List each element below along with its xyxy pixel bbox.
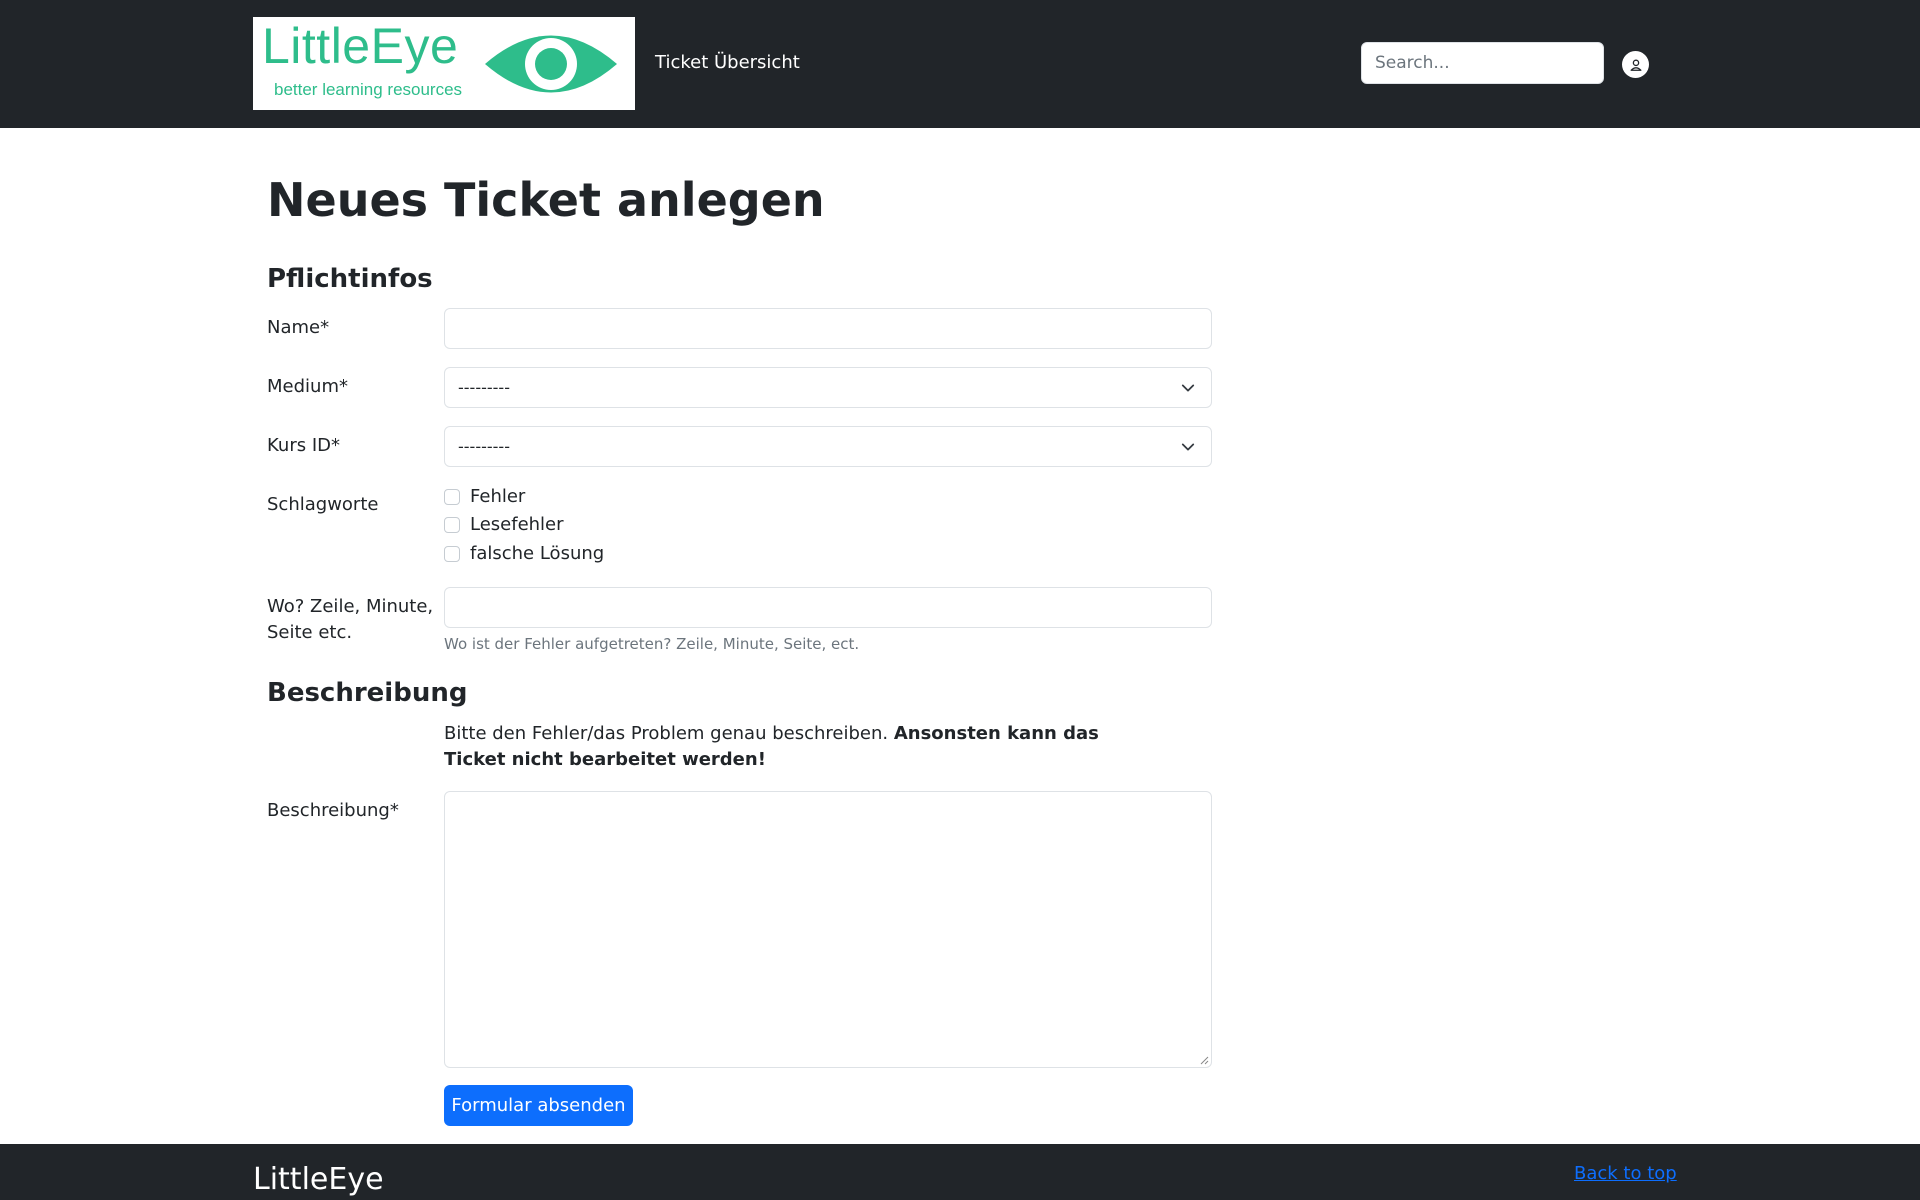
tag-checkbox-row[interactable]: Fehler [444,485,525,509]
course-select[interactable]: --------- [444,426,1212,467]
tag-checkbox[interactable] [444,517,460,533]
tag-label: falsche Lösung [470,543,605,564]
location-label-line1: Wo? Zeile, Minute, [267,596,434,617]
user-menu-button[interactable] [1622,51,1649,78]
section-title-description: Beschreibung [267,678,468,708]
logo[interactable]: LittleEye better learning resources [253,17,635,110]
tag-label: Fehler [470,486,526,507]
tag-label: Lesefehler [470,514,564,535]
eye-icon [485,35,617,93]
tag-checkbox-row[interactable]: Lesefehler [444,513,564,537]
back-to-top-link[interactable]: Back to top [1574,1163,1677,1185]
resize-grip-icon[interactable] [1199,1055,1209,1065]
course-select-value: --------- [458,437,510,456]
nav-link-ticket-overview[interactable]: Ticket Übersicht [655,52,800,74]
submit-button[interactable]: Formular absenden [444,1085,633,1126]
tag-checkbox-row[interactable]: falsche Lösung [444,542,604,566]
footer: LittleEye Back to top [0,1144,1920,1200]
description-intro: Bitte den Fehler/das Problem genau besch… [444,723,894,744]
section-title-required: Pflichtinfos [267,264,433,294]
medium-select[interactable]: --------- [444,367,1212,408]
user-circle-icon [1630,59,1641,71]
search-input[interactable] [1361,42,1604,84]
location-input[interactable] [444,587,1212,628]
page-title: Neues Ticket anlegen [267,173,825,227]
location-label-line2: Seite etc. [267,622,353,643]
medium-label: Medium* [267,376,348,397]
description-textarea[interactable] [444,791,1212,1068]
course-label: Kurs ID* [267,435,340,456]
chevron-down-icon [1181,443,1195,451]
description-instructions: Bitte den Fehler/das Problem genau besch… [444,721,1124,773]
medium-select-value: --------- [458,378,510,397]
name-input[interactable] [444,308,1212,349]
name-label: Name* [267,317,330,338]
footer-brand: LittleEye [253,1162,384,1197]
location-help-text: Wo ist der Fehler aufgetreten? Zeile, Mi… [444,635,860,653]
tags-label: Schlagworte [267,494,379,515]
logo-title: LittleEye [262,18,459,74]
navbar: LittleEye better learning resources Tick… [0,0,1920,128]
chevron-down-icon [1181,384,1195,392]
tag-checkbox[interactable] [444,489,460,505]
tag-checkbox[interactable] [444,546,460,562]
description-label: Beschreibung* [267,800,399,821]
logo-subtitle: better learning resources [274,80,463,99]
